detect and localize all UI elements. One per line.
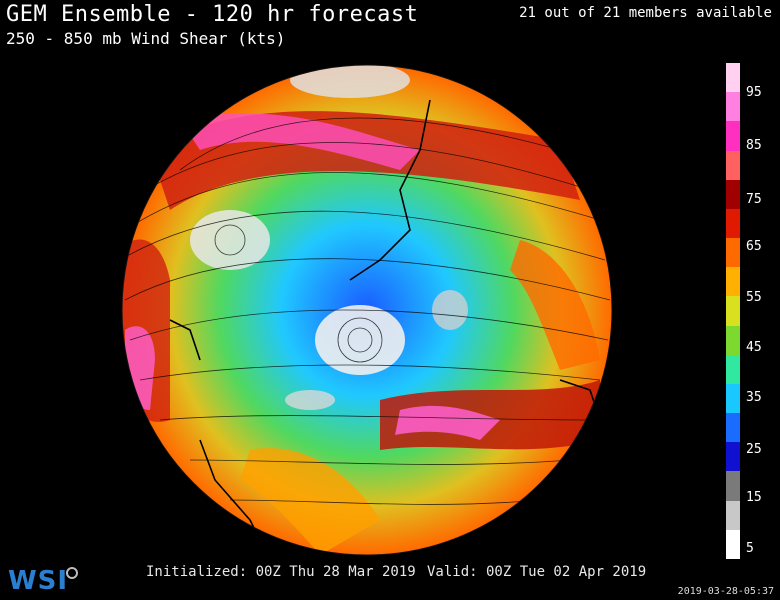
wsi-logo: WSI — [8, 566, 69, 596]
scale-tick-45: 45 — [746, 340, 762, 355]
initialized-time: Initialized: 00Z Thu 28 Mar 2019 — [146, 564, 416, 580]
scale-tick-15: 15 — [746, 490, 762, 505]
scale-swatch — [726, 208, 740, 239]
scale-swatch — [726, 500, 740, 530]
scale-swatch — [726, 121, 740, 151]
scale-swatch — [726, 442, 740, 472]
logo-mark-icon — [66, 567, 78, 579]
scale-tick-25: 25 — [746, 442, 762, 457]
scale-swatch — [726, 238, 740, 268]
scale-swatch — [726, 529, 740, 559]
scale-tick-55: 55 — [746, 290, 762, 305]
scale-tick-5: 5 — [746, 541, 754, 556]
wind-shear-field — [122, 65, 612, 555]
generation-timestamp: 2019-03-28-05:37 — [677, 586, 774, 597]
scale-swatch — [726, 179, 740, 209]
scale-swatch — [726, 92, 740, 122]
scale-swatch — [726, 150, 740, 180]
scale-swatch — [726, 63, 740, 93]
scale-swatch — [726, 267, 740, 297]
scale-swatch — [726, 471, 740, 501]
polar-map — [121, 64, 613, 556]
scale-tick-35: 35 — [746, 390, 762, 405]
scale-tick-85: 85 — [746, 138, 762, 153]
scale-swatch — [726, 354, 740, 384]
scale-swatch — [726, 383, 740, 414]
scale-swatch — [726, 325, 740, 355]
scale-tick-65: 65 — [746, 239, 762, 254]
scale-swatch — [726, 296, 740, 326]
valid-time: Valid: 00Z Tue 02 Apr 2019 — [427, 564, 647, 580]
scale-tick-95: 95 — [746, 85, 762, 100]
scale-swatch — [726, 413, 740, 443]
scale-tick-75: 75 — [746, 192, 762, 207]
color-scale-bar — [726, 63, 740, 559]
